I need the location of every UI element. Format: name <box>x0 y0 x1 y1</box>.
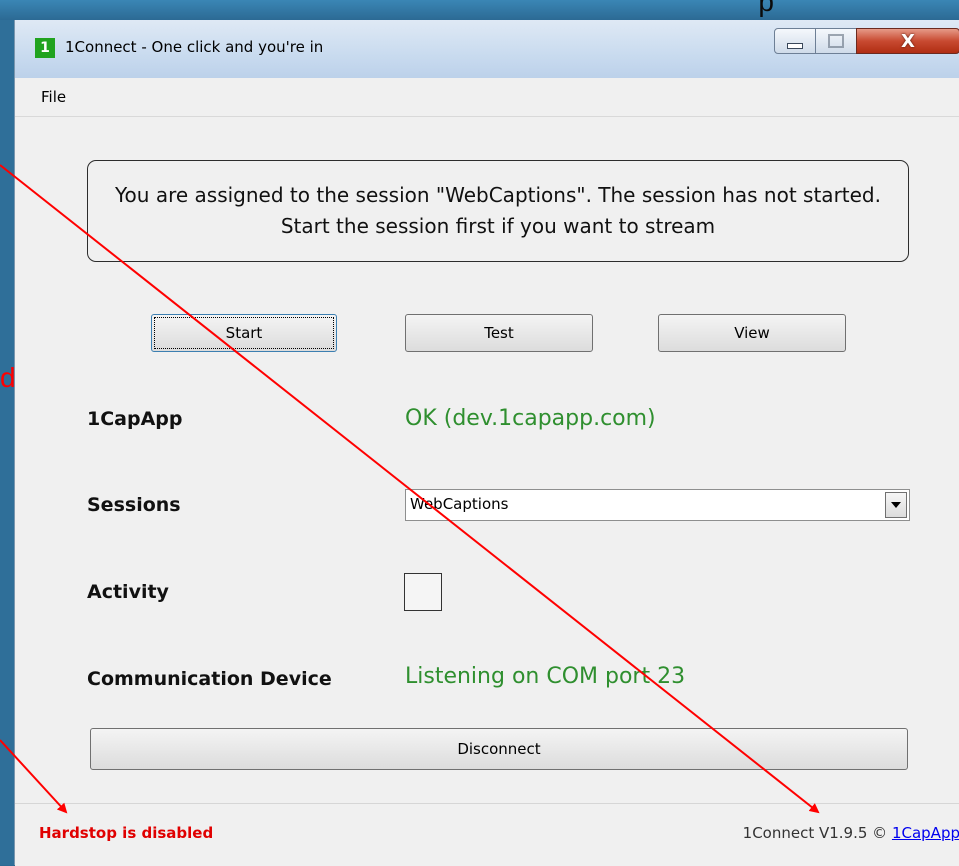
status-bar: Hardstop is disabled 1Connect V1.9.5 © 1… <box>15 803 959 866</box>
title-bar[interactable]: 1 1Connect - One click and you're in X <box>15 20 959 79</box>
session-message: You are assigned to the session "WebCapt… <box>87 160 909 262</box>
disconnect-button[interactable]: Disconnect <box>90 728 908 770</box>
sessions-selected-value: WebCaptions <box>410 495 509 513</box>
sessions-label: Sessions <box>87 494 181 516</box>
desktop-background <box>0 0 959 20</box>
menu-bar: File <box>15 78 959 117</box>
desktop-background-left <box>0 20 14 865</box>
app-icon: 1 <box>35 38 55 58</box>
window-title: 1Connect - One click and you're in <box>65 38 324 56</box>
capapp-label: 1CapApp <box>87 408 183 430</box>
capapp-link[interactable]: 1CapApp <box>892 824 959 842</box>
hardstop-status: Hardstop is disabled <box>39 824 214 842</box>
maximize-button[interactable] <box>815 28 857 54</box>
view-button[interactable]: View <box>658 314 846 352</box>
activity-checkbox[interactable] <box>404 573 442 611</box>
start-button[interactable]: Start <box>151 314 337 352</box>
maximize-icon <box>828 34 844 48</box>
test-button[interactable]: Test <box>405 314 593 352</box>
comm-device-label: Communication Device <box>87 668 332 690</box>
comm-device-status: Listening on COM port 23 <box>405 664 686 689</box>
version-text: 1Connect V1.9.5 © <box>742 824 892 842</box>
app-window: 1 1Connect - One click and you're in X F… <box>14 20 959 866</box>
close-icon: X <box>901 30 915 52</box>
minimize-button[interactable] <box>774 28 816 54</box>
chevron-down-icon <box>891 502 901 508</box>
background-partial-text: p <box>758 0 774 17</box>
sessions-dropdown[interactable]: WebCaptions <box>405 489 910 521</box>
activity-label: Activity <box>87 581 169 603</box>
version-info: 1Connect V1.9.5 © 1CapApp <box>743 824 959 842</box>
dropdown-arrow-button[interactable] <box>885 492 907 518</box>
menu-file[interactable]: File <box>41 88 66 106</box>
minimize-icon <box>787 43 803 49</box>
capapp-status: OK (dev.1capapp.com) <box>405 406 656 431</box>
close-button[interactable]: X <box>856 28 959 54</box>
